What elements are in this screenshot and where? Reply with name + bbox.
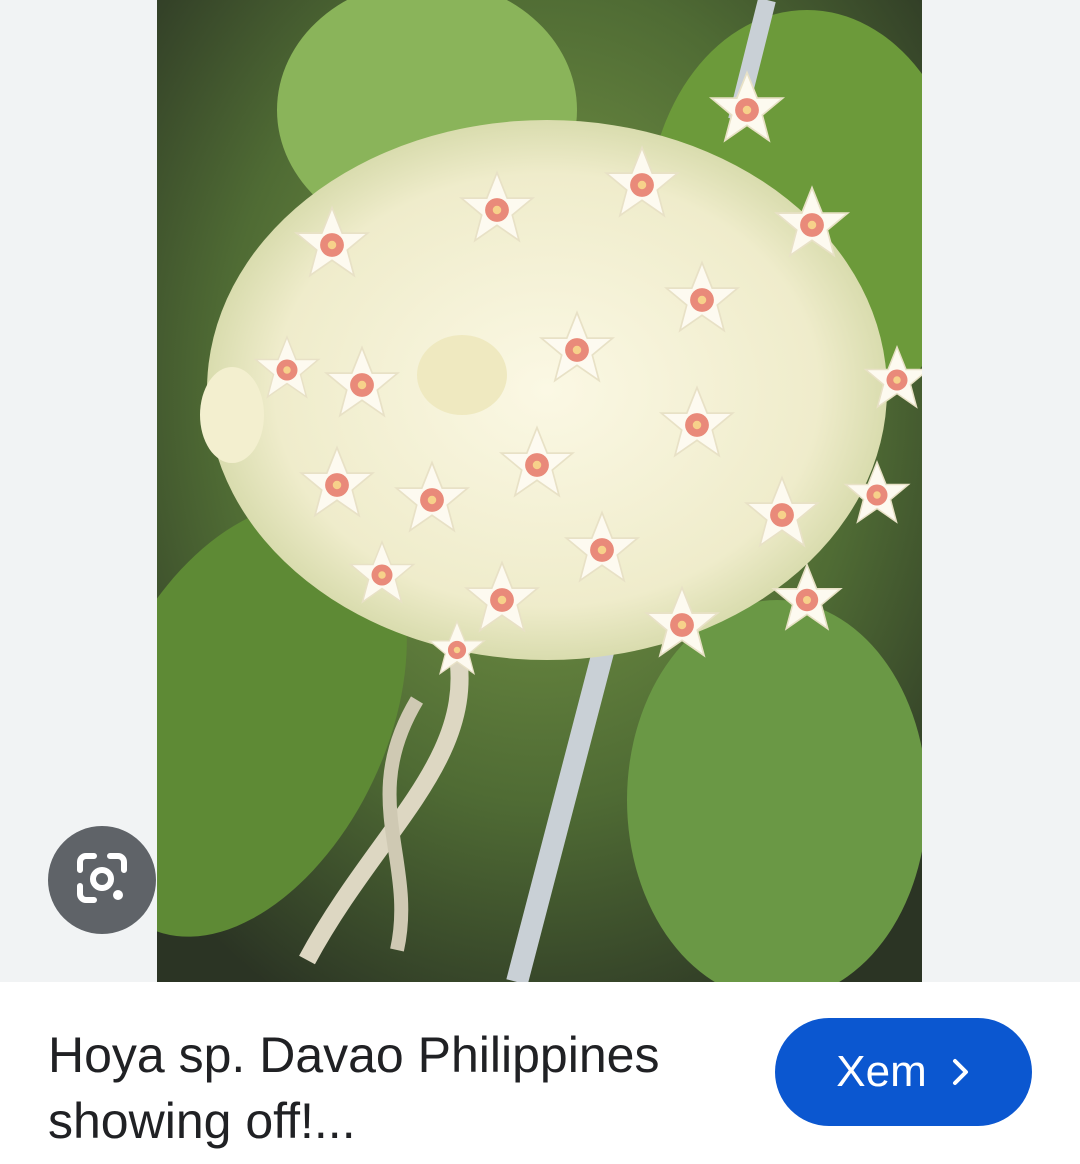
- google-lens-icon: [74, 850, 130, 911]
- flower-photo: [157, 0, 922, 982]
- result-title[interactable]: Hoya sp. Davao Philippines showing off!.…: [48, 1022, 728, 1154]
- image-viewer: [0, 0, 1080, 982]
- chevron-right-icon: [951, 1057, 971, 1087]
- google-lens-button[interactable]: [48, 826, 156, 934]
- result-image[interactable]: [157, 0, 922, 982]
- visit-button-label: Xem: [836, 1047, 927, 1096]
- visit-button[interactable]: Xem: [775, 1018, 1032, 1126]
